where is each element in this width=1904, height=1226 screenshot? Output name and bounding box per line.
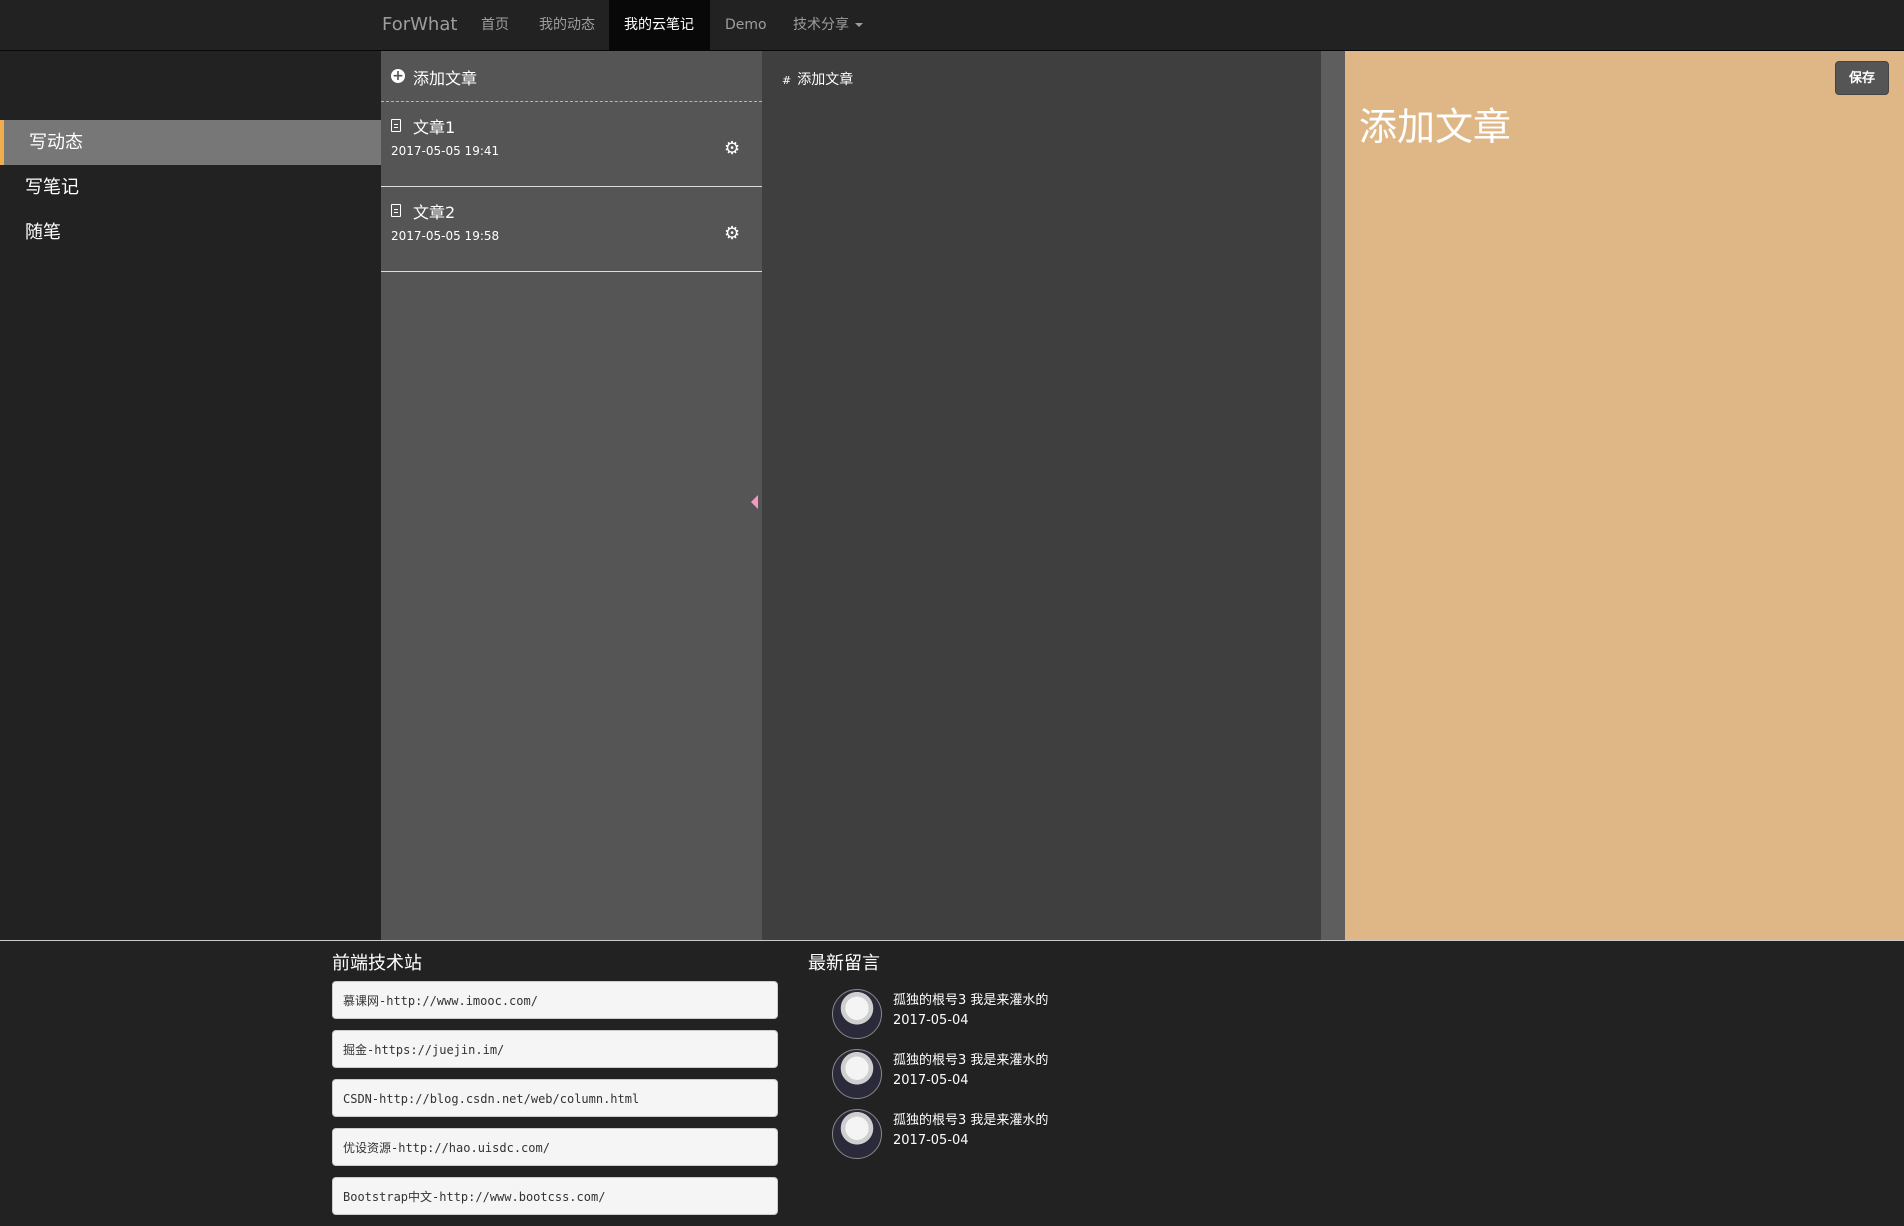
top-navbar: ForWhat 首页 我的动态 我的云笔记 Demo 技术分享 — [0, 0, 1904, 51]
document-icon — [391, 119, 401, 132]
comment-text: 孤独的根号3 我是来灌水的 — [893, 993, 1049, 1008]
article-title: 文章2 — [413, 203, 456, 222]
comment-item: 孤独的根号3 我是来灌水的 2017-05-04 — [832, 989, 1132, 1039]
article-item[interactable]: 文章1 2017-05-05 19:41 ⚙ — [381, 102, 762, 187]
avatar — [832, 1109, 882, 1159]
save-button[interactable]: 保存 — [1835, 61, 1889, 95]
avatar — [832, 989, 882, 1039]
article-title: 文章1 — [413, 118, 456, 137]
comment-text: 孤独的根号3 我是来灌水的 — [893, 1053, 1049, 1068]
brand-logo[interactable]: ForWhat — [382, 0, 457, 50]
comment-item: 孤独的根号3 我是来灌水的 2017-05-04 — [832, 1109, 1132, 1159]
gear-icon[interactable]: ⚙ — [724, 225, 740, 243]
comment-date: 2017-05-04 — [893, 1133, 969, 1148]
nav-my-cloud-notes[interactable]: 我的云笔记 — [609, 0, 710, 50]
sidebar-item-essay[interactable]: 随笔 — [0, 210, 381, 255]
avatar — [832, 1049, 882, 1099]
link-juejin[interactable]: 掘金-https://juejin.im/ — [332, 1030, 778, 1068]
link-uisdc[interactable]: 优设资源-http://hao.uisdc.com/ — [332, 1128, 778, 1166]
article-item[interactable]: 文章2 2017-05-05 19:58 ⚙ — [381, 187, 762, 272]
comment-item: 孤独的根号3 我是来灌水的 2017-05-04 — [832, 1049, 1132, 1099]
editor-text: 添加文章 — [797, 72, 854, 88]
gear-icon[interactable]: ⚙ — [724, 140, 740, 158]
footer: 前端技术站 慕课网-http://www.imooc.com/ 掘金-https… — [0, 940, 1904, 1226]
preview-title: 添加文章 — [1359, 105, 1512, 150]
nav-home[interactable]: 首页 — [466, 0, 524, 50]
nav-tech-share-label: 技术分享 — [793, 17, 849, 33]
sidebar: 写动态 写笔记 随笔 — [0, 51, 381, 940]
article-date: 2017-05-05 19:58 — [391, 229, 500, 243]
collapse-arrow-icon[interactable] — [751, 495, 758, 509]
comments-section-title: 最新留言 — [808, 953, 880, 974]
sidebar-item-write-notes[interactable]: 写笔记 — [0, 165, 381, 210]
preview-panel: 添加文章 保存 — [1345, 51, 1904, 940]
sidebar-item-write-activity[interactable]: 写动态 — [0, 120, 381, 165]
link-bootcss[interactable]: Bootstrap中文-http://www.bootcss.com/ — [332, 1177, 778, 1215]
nav-demo[interactable]: Demo — [710, 0, 782, 50]
pane-divider[interactable] — [1321, 51, 1345, 940]
links-section-title: 前端技术站 — [332, 953, 422, 974]
comment-date: 2017-05-04 — [893, 1013, 969, 1028]
link-imooc[interactable]: 慕课网-http://www.imooc.com/ — [332, 981, 778, 1019]
editor-hash: # — [782, 74, 792, 87]
document-icon — [391, 204, 401, 217]
editor-content[interactable]: # 添加文章 — [782, 69, 853, 89]
comment-text: 孤独的根号3 我是来灌水的 — [893, 1113, 1049, 1128]
comment-date: 2017-05-04 — [893, 1073, 969, 1088]
add-article-button[interactable]: + 添加文章 — [381, 51, 762, 102]
caret-down-icon — [855, 23, 863, 27]
nav-my-activity[interactable]: 我的动态 — [524, 0, 610, 50]
markdown-editor[interactable]: # 添加文章 — [762, 51, 1321, 940]
article-date: 2017-05-05 19:41 — [391, 144, 500, 158]
link-csdn[interactable]: CSDN-http://blog.csdn.net/web/column.htm… — [332, 1079, 778, 1117]
add-article-label: 添加文章 — [413, 69, 478, 88]
article-list-panel: + 添加文章 文章1 2017-05-05 19:41 ⚙ 文章2 2017-0… — [381, 51, 762, 940]
plus-circle-icon: + — [391, 68, 405, 84]
nav-tech-share-dropdown[interactable]: 技术分享 — [778, 0, 878, 50]
